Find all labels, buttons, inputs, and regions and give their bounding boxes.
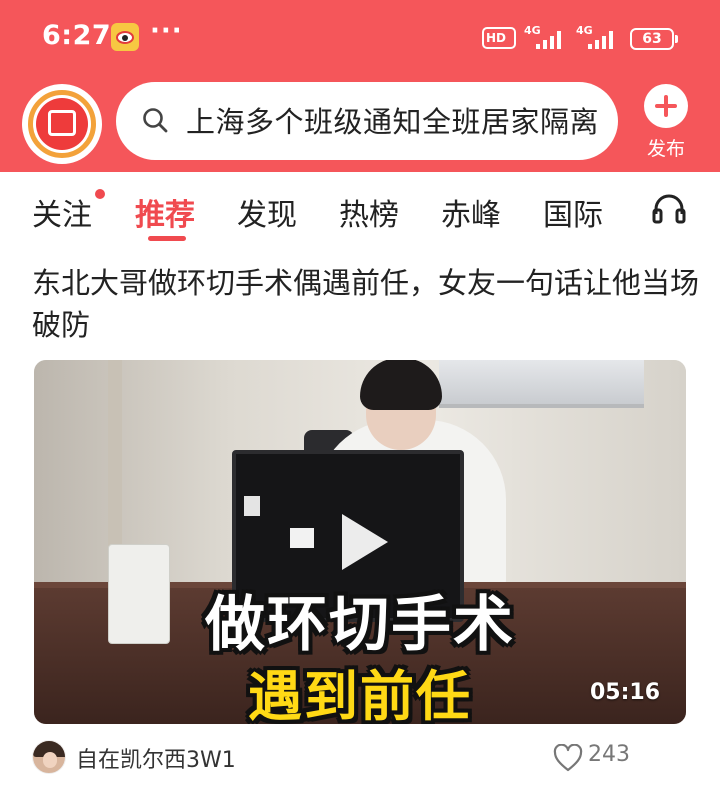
status-time: 6:27 [42, 20, 112, 51]
post-button[interactable]: 发布 [638, 84, 694, 162]
video-caption-line1: 做环切手术 [205, 590, 515, 660]
tab-chifeng[interactable]: 赤峰 [441, 190, 501, 234]
tab-discover[interactable]: 发现 [237, 190, 297, 234]
tab-international[interactable]: 国际 [543, 190, 603, 234]
headphones-icon[interactable] [652, 192, 686, 224]
search-input[interactable]: 上海多个班级通知全班居家隔离 [186, 99, 599, 141]
battery-icon: 63 [630, 28, 678, 50]
red-envelope-icon[interactable] [22, 84, 102, 164]
unread-dot [95, 189, 105, 199]
active-tab-indicator [148, 236, 186, 241]
video-thumbnail[interactable]: 做环切手术 遇到前任 05:16 [34, 360, 686, 724]
like-count: 243 [588, 742, 630, 767]
avatar[interactable] [32, 740, 66, 774]
plus-icon [644, 84, 688, 128]
search-bar[interactable]: 上海多个班级通知全班居家隔离 [116, 82, 618, 160]
status-bar: 6:27 ··· HD 4G 4G 63 [0, 0, 720, 76]
article-title[interactable]: 东北大哥做环切手术偶遇前任，女友一句话让他当场破防 [32, 262, 702, 346]
tab-hot-list[interactable]: 热榜 [339, 190, 399, 234]
author-name[interactable]: 自在凯尔西3W1 [76, 742, 236, 774]
more-notifications-icon: ··· [150, 16, 183, 46]
video-duration: 05:16 [589, 680, 660, 705]
search-icon [143, 108, 168, 133]
weibo-app-icon [111, 23, 139, 51]
tab-recommend[interactable]: 推荐 [135, 190, 195, 234]
tab-follow[interactable]: 关注 [32, 190, 92, 234]
post-button-label: 发布 [646, 138, 685, 160]
signal-icon-sim1: 4G [524, 24, 564, 50]
hd-voice-icon: HD [482, 27, 516, 49]
top-header: 6:27 ··· HD 4G 4G 63 上海多个班级通知全班居家隔离 发布 [0, 0, 720, 172]
signal-icon-sim2: 4G [576, 24, 616, 50]
video-caption-line2: 遇到前任 [248, 665, 472, 724]
heart-icon[interactable] [553, 744, 583, 772]
channel-tabs: 关注 推荐 发现 热榜 赤峰 国际 [0, 172, 720, 244]
play-icon[interactable] [326, 508, 394, 576]
